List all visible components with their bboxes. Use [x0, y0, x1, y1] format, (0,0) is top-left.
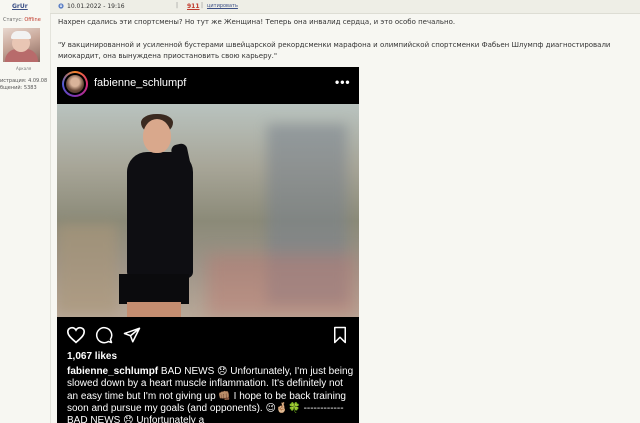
- post-number-link[interactable]: 911: [187, 3, 200, 10]
- user-status: Статус: Offline: [3, 17, 41, 23]
- status-value: Offline: [24, 17, 41, 23]
- separator: |: [176, 2, 179, 9]
- user-sidebar: GrUr Статус: Offline Аркаля истрация: 4.…: [0, 0, 51, 423]
- instagram-embed: fabienne_schlumpf ••• 1,067 likes fabien…: [57, 67, 359, 423]
- caption-username[interactable]: fabienne_schlumpf: [67, 366, 158, 377]
- instagram-avatar[interactable]: [62, 71, 88, 97]
- post-icon: [58, 3, 64, 9]
- bookmark-icon[interactable]: [332, 326, 348, 344]
- avatar-caption: Аркаля: [16, 66, 32, 71]
- instagram-photo[interactable]: [57, 104, 359, 317]
- post-text: Нахрен сдались эти спортсмены? Но тут же…: [58, 18, 456, 26]
- username-link[interactable]: GrUr: [12, 3, 28, 10]
- post-header: 10.01.2022 - 19:16 | 911 | цитировать: [50, 0, 640, 14]
- instagram-username[interactable]: fabienne_schlumpf: [94, 77, 186, 89]
- post-quote-text: "У вакцинированной и усиленной бустерами…: [58, 41, 611, 60]
- heart-icon[interactable]: [66, 326, 86, 344]
- post-date: 10.01.2022 - 19:16: [67, 3, 125, 10]
- likes-count[interactable]: 1,067 likes: [67, 351, 117, 362]
- comment-icon[interactable]: [95, 326, 113, 344]
- more-icon[interactable]: •••: [335, 75, 351, 89]
- avatar[interactable]: [3, 28, 40, 62]
- separator: |: [201, 2, 204, 9]
- message-count: бщений: 5383: [0, 85, 37, 91]
- registration-date: истрация: 4.09.08: [0, 78, 48, 84]
- instagram-caption: fabienne_schlumpf BAD NEWS 😞 Unfortunate…: [67, 366, 355, 423]
- share-icon[interactable]: [123, 326, 141, 344]
- quote-link[interactable]: цитировать: [207, 3, 238, 9]
- status-label: Статус:: [3, 17, 23, 23]
